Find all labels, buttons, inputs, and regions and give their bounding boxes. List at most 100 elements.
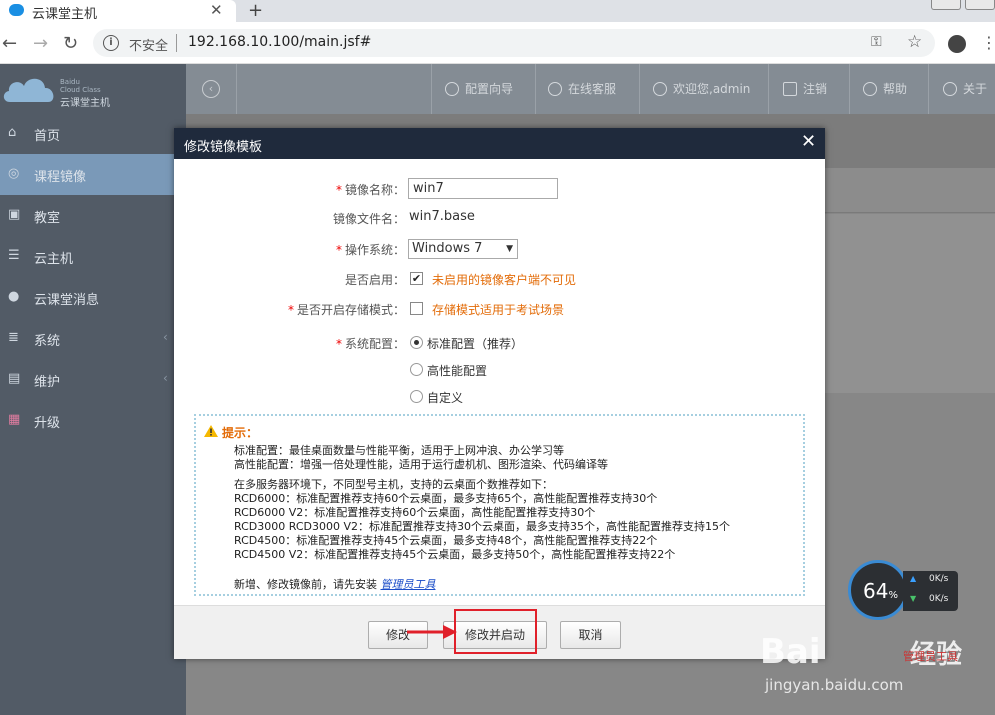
header-separator: [768, 64, 769, 114]
download-arrow-icon: ▼: [910, 594, 917, 603]
sidebar-item-label: 云主机: [34, 252, 74, 267]
warning-icon: [204, 425, 218, 437]
header-separator: [431, 64, 432, 114]
config-label: * 系统配置：: [335, 337, 405, 351]
storage-mode-label: * 是否开启存储模式：: [287, 303, 405, 317]
admin-tool-link[interactable]: 管理员工具: [381, 578, 436, 591]
welcome-user[interactable]: 欢迎您,admin: [653, 80, 750, 97]
logout-link[interactable]: 注销: [783, 80, 827, 97]
os-select[interactable]: Windows 7 ▼: [408, 239, 518, 259]
upload-arrow-icon: ▲: [910, 574, 917, 583]
enabled-label: 是否启用：: [344, 273, 405, 287]
sidebar-item-cloud-host[interactable]: ☰ 云主机: [0, 236, 186, 277]
red-arrow-icon: [407, 625, 457, 639]
tip-lines: 标准配置：最佳桌面数量与性能平衡，适用于上网冲浪、办公学习等 高性能配置：增强一…: [234, 444, 730, 562]
watermark-url: jingyan.baidu.com: [765, 676, 904, 694]
classroom-icon: ▣: [8, 207, 21, 222]
server-icon: ☰: [8, 248, 20, 263]
tab-title: 云课堂主机: [32, 7, 98, 22]
sidebar-item-classroom[interactable]: ▣ 教室: [0, 195, 186, 236]
config-custom-radio[interactable]: [410, 390, 423, 403]
watermark-tool-label: 管理员工具: [903, 650, 958, 663]
about-link[interactable]: 关于: [943, 80, 987, 97]
new-tab-icon[interactable]: +: [248, 0, 263, 21]
cancel-button[interactable]: 取消: [560, 621, 621, 649]
usage-percent: 64%: [863, 579, 898, 603]
star-icon[interactable]: ☆: [907, 32, 922, 52]
sidebar-item-home[interactable]: ⌂ 首页: [0, 113, 186, 154]
key-icon[interactable]: ⚿: [871, 34, 882, 50]
tip-line: RCD6000 V2：标准配置推荐支持60个云桌面，高性能配置推荐支持30个: [234, 506, 596, 519]
form-row-enabled: 是否启用： ✔ 未启用的镜像客户端不可见: [174, 268, 825, 290]
forward-icon[interactable]: →: [33, 33, 48, 54]
form-row-file-name: 镜像文件名： win7.base: [174, 207, 825, 229]
config-wizard-link[interactable]: 配置向导: [445, 80, 513, 97]
sidebar-item-system[interactable]: ≣ 系统 ‹: [0, 318, 186, 359]
watermark: Bai 经验 jingyan.baidu.com 管理员工具: [760, 620, 990, 695]
toolbox-icon: ▤: [8, 371, 21, 386]
sidebar-item-label: 教室: [34, 211, 61, 226]
sidebar-item-label: 系统: [34, 334, 61, 349]
sidebar-menu: ⌂ 首页 ◎ 课程镜像 ▣ 教室 ☰ 云主机 ● 云课堂消息 ≣ 系统 ‹ ▤ …: [0, 113, 186, 441]
tip-line: 在多服务器环境下，不同型号主机，支持的云桌面个数推荐如下：: [234, 478, 553, 491]
form-row-os: * 操作系统： Windows 7 ▼: [174, 238, 825, 260]
speed-panel: ▲ 0K/s ▼ 0K/s: [903, 571, 958, 611]
config-standard-radio[interactable]: [410, 336, 423, 349]
account-icon[interactable]: [948, 35, 966, 53]
file-name-value: win7.base: [409, 209, 475, 224]
online-support-link[interactable]: 在线客服: [548, 80, 616, 97]
chevron-left-icon: ‹: [163, 330, 168, 344]
dialog-title: 修改镜像模板: [184, 140, 263, 155]
globe-icon: [445, 82, 459, 96]
logo-chinese: 云课堂主机: [60, 98, 110, 109]
image-name-input[interactable]: [408, 178, 558, 199]
back-icon[interactable]: ←: [2, 33, 17, 54]
config-standard-label: 标准配置（推荐）: [427, 337, 524, 351]
tip-line: RCD6000：标准配置推荐支持60个云桌面，最多支持65个，高性能配置推荐支持…: [234, 492, 658, 505]
reload-icon[interactable]: ↻: [63, 33, 78, 54]
network-speed-widget[interactable]: 64% ▲ 0K/s ▼ 0K/s: [848, 560, 958, 620]
browser-tab[interactable]: 云课堂主机 ✕: [0, 0, 236, 22]
enabled-hint: 未启用的镜像客户端不可见: [432, 273, 577, 287]
storage-mode-checkbox[interactable]: [410, 302, 423, 315]
help-link[interactable]: 帮助: [863, 80, 907, 97]
os-select-value: Windows 7: [412, 241, 483, 256]
sidebar-item-upgrade[interactable]: ▦ 升级: [0, 400, 186, 441]
maximize-button[interactable]: [965, 0, 995, 10]
info-icon[interactable]: i: [103, 35, 119, 51]
speed-gauge: 64%: [848, 560, 908, 620]
omnibox[interactable]: i 不安全 192.168.10.100/main.jsf# ⚿ ☆: [93, 29, 935, 57]
sidebar: Baidu Cloud Class 云课堂主机 ⌂ 首页 ◎ 课程镜像 ▣ 教室 …: [0, 64, 186, 715]
browser-tabbar: 云课堂主机 ✕ +: [0, 0, 995, 22]
highlight-box: [454, 609, 537, 654]
tip-tool-line: 新增、修改镜像前，请先安装 管理员工具: [234, 576, 436, 592]
config-custom-label: 自定义: [427, 391, 464, 405]
person-icon: [653, 82, 667, 96]
sidebar-item-messages[interactable]: ● 云课堂消息: [0, 277, 186, 318]
tip-line: 高性能配置：增强一倍处理性能，适用于运行虚机机、图形渲染、代码编译等: [234, 458, 608, 471]
kebab-menu-icon[interactable]: ⋮: [981, 33, 995, 52]
url-text[interactable]: 192.168.10.100/main.jsf#: [188, 34, 371, 50]
cloud-favicon-icon: [9, 4, 24, 16]
logo: Baidu Cloud Class 云课堂主机: [0, 64, 186, 112]
collapse-back-icon[interactable]: ‹: [202, 80, 220, 98]
sidebar-item-label: 维护: [34, 375, 61, 390]
config-high-radio[interactable]: [410, 363, 423, 376]
user-icon: [548, 82, 562, 96]
sidebar-item-maintenance[interactable]: ▤ 维护 ‹: [0, 359, 186, 400]
chevron-left-icon: ‹: [163, 371, 168, 385]
tab-close-icon[interactable]: ✕: [210, 1, 223, 19]
enabled-checkbox[interactable]: ✔: [410, 272, 423, 285]
header-item-label: 在线客服: [568, 82, 617, 96]
home-icon: ⌂: [8, 125, 17, 140]
header-separator: [849, 64, 850, 114]
watermark-brand: Bai: [760, 632, 821, 672]
sidebar-item-course-image[interactable]: ◎ 课程镜像: [0, 154, 186, 195]
form-row-config-high: 高性能配置: [174, 359, 825, 381]
tip-line: RCD3000 RCD3000 V2：标准配置推荐支持30个云桌面，最多支持35…: [234, 520, 730, 533]
minimize-button[interactable]: [931, 0, 961, 10]
header-separator: [535, 64, 536, 114]
tip-line: RCD4500：标准配置推荐支持45个云桌面，最多支持48个，高性能配置推荐支持…: [234, 534, 658, 547]
config-high-label: 高性能配置: [427, 364, 488, 378]
close-icon[interactable]: ✕: [801, 131, 816, 152]
